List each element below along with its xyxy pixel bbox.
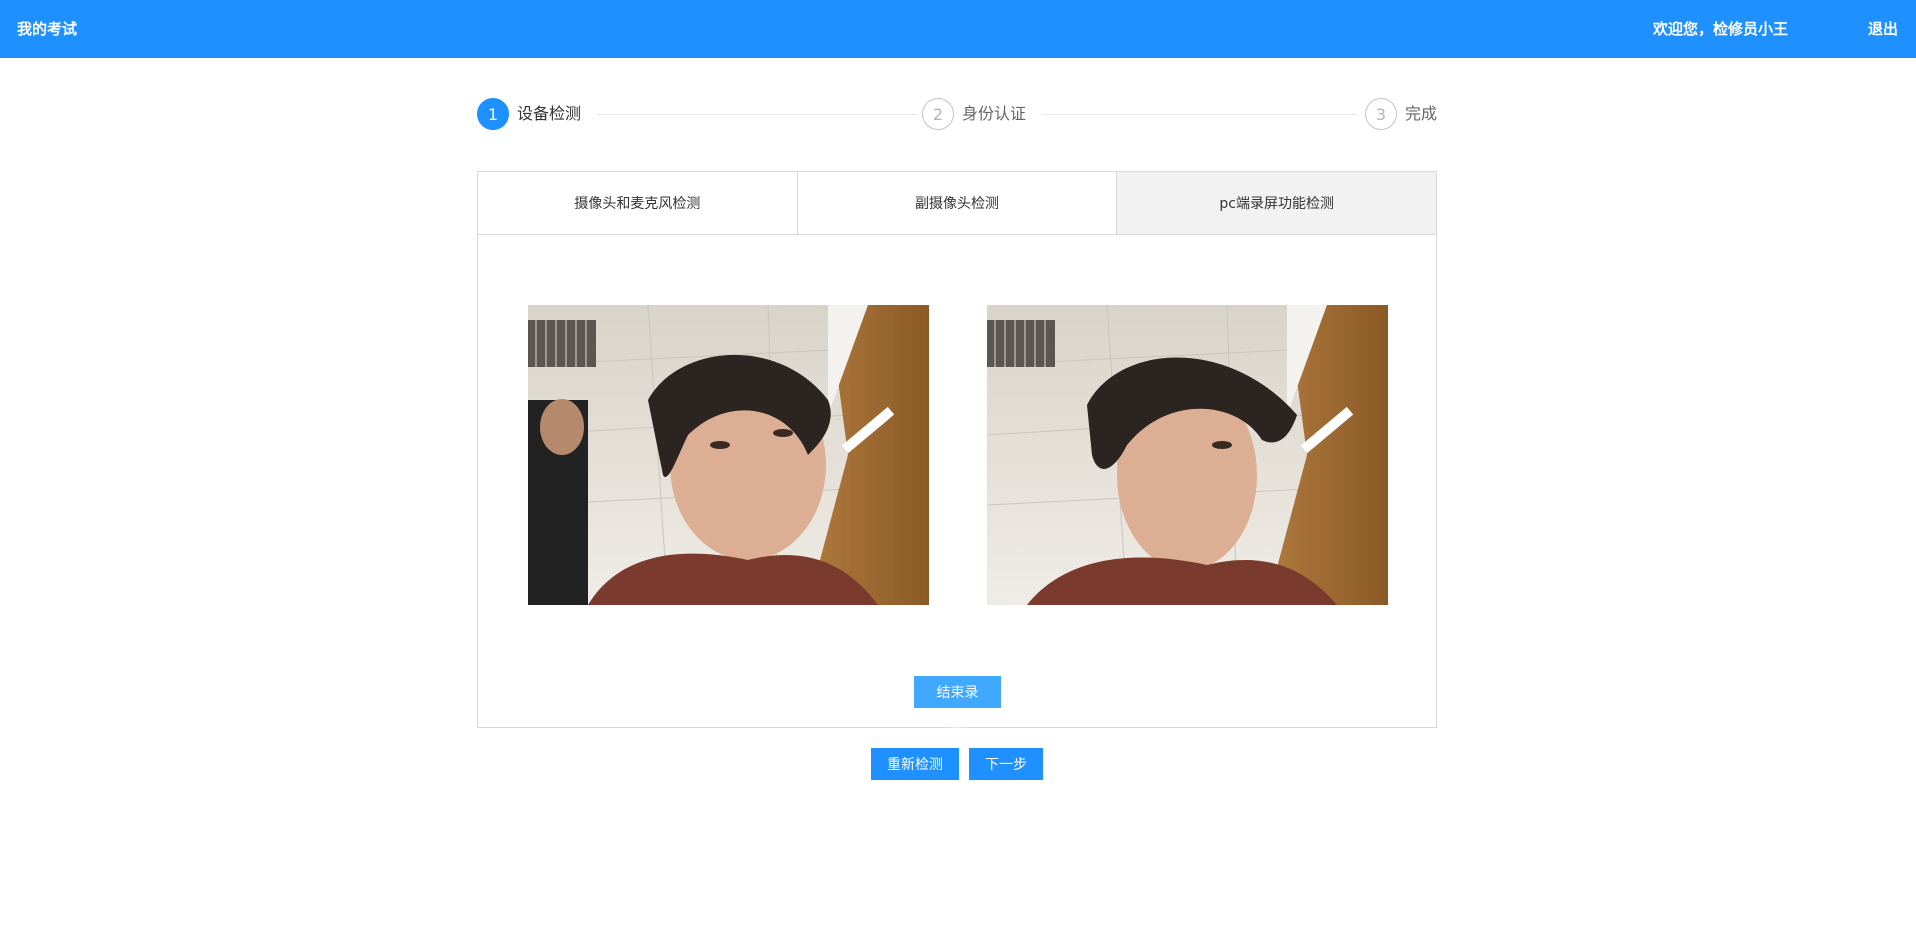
tab-secondary-camera[interactable]: 副摄像头检测 [797, 172, 1118, 234]
step-connector [597, 114, 917, 115]
check-tabs: 摄像头和麦克风检测 副摄像头检测 pc端录屏功能检测 [478, 172, 1437, 235]
step-1-label: 设备检测 [517, 104, 582, 123]
camera-preview-secondary [987, 305, 1388, 605]
progress-steps: 1 设备检测 2 身份认证 3 完成 [477, 98, 1437, 132]
app-title[interactable]: 我的考试 [17, 0, 77, 58]
recheck-button[interactable]: 重新检测 [871, 748, 959, 780]
next-step-button[interactable]: 下一步 [969, 748, 1043, 780]
stop-recording-button[interactable]: 结束录制 [914, 676, 1001, 732]
tab-camera-mic[interactable]: 摄像头和麦克风检测 [478, 172, 798, 234]
step-1-number: 1 [477, 98, 509, 130]
step-3-label: 完成 [1405, 104, 1438, 123]
top-navbar: 我的考试 欢迎您，检修员小王 退出 [0, 0, 1916, 58]
step-connector [1042, 114, 1357, 115]
camera-preview-main [528, 305, 929, 605]
step-2-number: 2 [922, 98, 954, 130]
logout-link[interactable]: 退出 [1868, 0, 1898, 58]
step-3-number: 3 [1365, 98, 1397, 130]
step-2-label: 身份认证 [962, 104, 1027, 123]
welcome-text: 欢迎您，检修员小王 [1652, 20, 1788, 38]
tab-screen-recording[interactable]: pc端录屏功能检测 [1117, 172, 1437, 234]
device-check-panel: 摄像头和麦克风检测 副摄像头检测 pc端录屏功能检测 结束录制 [477, 171, 1437, 732]
